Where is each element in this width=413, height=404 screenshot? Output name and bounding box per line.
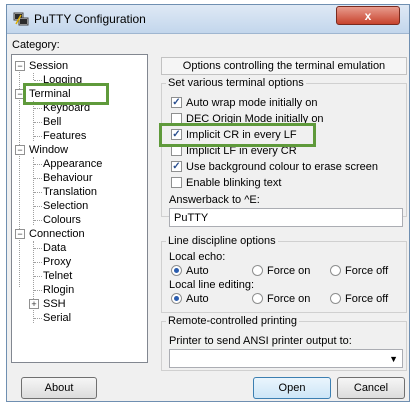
radio-selected-icon [171, 293, 182, 304]
collapse-icon[interactable]: − [15, 61, 25, 71]
radio-empty-icon [252, 265, 263, 276]
cancel-button[interactable]: Cancel [337, 377, 405, 399]
local-editing-label: Local line editing: [169, 279, 255, 291]
radio-empty-icon [330, 265, 341, 276]
tree-connector [34, 192, 42, 193]
tree-item-appearance[interactable]: Appearance [43, 157, 102, 171]
open-button[interactable]: Open [253, 377, 331, 399]
tree-connector [34, 262, 42, 263]
collapse-icon[interactable]: − [15, 145, 25, 155]
tree-connector [34, 136, 42, 137]
about-button[interactable]: About [21, 377, 97, 399]
putty-configuration-window: PuTTY Configuration x Category: − − − − … [6, 4, 410, 402]
title-bar[interactable]: PuTTY Configuration x [7, 5, 409, 34]
checkbox-empty-icon [171, 177, 182, 188]
local-echo-label: Local echo: [169, 251, 226, 263]
tree-item-telnet[interactable]: Telnet [43, 269, 72, 283]
tree-item-proxy[interactable]: Proxy [43, 255, 71, 269]
radio-selected-icon [171, 265, 182, 276]
checkbox-checked-icon: ✓ [171, 97, 182, 108]
radio-empty-icon [252, 293, 263, 304]
tree-item-ssh[interactable]: SSH [43, 297, 66, 311]
category-label: Category: [12, 39, 60, 51]
tree-connector [19, 69, 20, 287]
tree-item-window[interactable]: Window [29, 143, 68, 157]
printer-label: Printer to send ANSI printer output to: [169, 335, 352, 347]
answerback-label: Answerback to ^E: [169, 194, 260, 206]
tree-connector [34, 318, 42, 319]
tree-connector [34, 164, 42, 165]
tree-item-colours[interactable]: Colours [43, 213, 81, 227]
tree-connector [33, 101, 34, 141]
panel-title: Options controlling the terminal emulati… [161, 57, 407, 75]
tree-item-selection[interactable]: Selection [43, 199, 88, 213]
close-icon: x [364, 9, 372, 23]
tree-item-connection[interactable]: Connection [29, 227, 85, 241]
tree-connector [34, 80, 42, 81]
tree-item-rlogin[interactable]: Rlogin [43, 283, 74, 297]
window-title: PuTTY Configuration [34, 12, 146, 26]
implicit-cr-highlight [159, 123, 316, 147]
group-label: Set various terminal options [166, 77, 306, 89]
terminal-highlight [23, 83, 109, 105]
tree-item-behaviour[interactable]: Behaviour [43, 171, 93, 185]
expand-icon[interactable]: + [29, 299, 39, 309]
tree-connector [34, 248, 42, 249]
group-label: Line discipline options [166, 235, 278, 247]
group-label: Remote-controlled printing [166, 315, 300, 327]
checkbox-checked-icon: ✓ [171, 161, 182, 172]
tree-item-serial[interactable]: Serial [43, 311, 71, 325]
radio-empty-icon [330, 293, 341, 304]
tree-item-session[interactable]: Session [29, 59, 68, 73]
chevron-down-icon: ▼ [389, 354, 398, 364]
tree-item-data[interactable]: Data [43, 241, 66, 255]
tree-connector [33, 157, 34, 225]
tree-connector [34, 220, 42, 221]
tree-connector [33, 241, 34, 323]
tree-connector [34, 178, 42, 179]
tree-connector [34, 206, 42, 207]
tree-connector [34, 108, 42, 109]
putty-app-icon [13, 12, 29, 26]
tree-item-translation[interactable]: Translation [43, 185, 97, 199]
tree-connector [34, 276, 42, 277]
tree-connector [33, 73, 34, 80]
tree-connector [34, 290, 42, 291]
tree-item-features[interactable]: Features [43, 129, 86, 143]
tree-connector [34, 122, 42, 123]
tree-item-bell[interactable]: Bell [43, 115, 61, 129]
collapse-icon[interactable]: − [15, 229, 25, 239]
printer-select[interactable]: ▼ [169, 349, 403, 368]
close-button[interactable]: x [336, 6, 400, 25]
answerback-input[interactable]: PuTTY [169, 208, 403, 227]
